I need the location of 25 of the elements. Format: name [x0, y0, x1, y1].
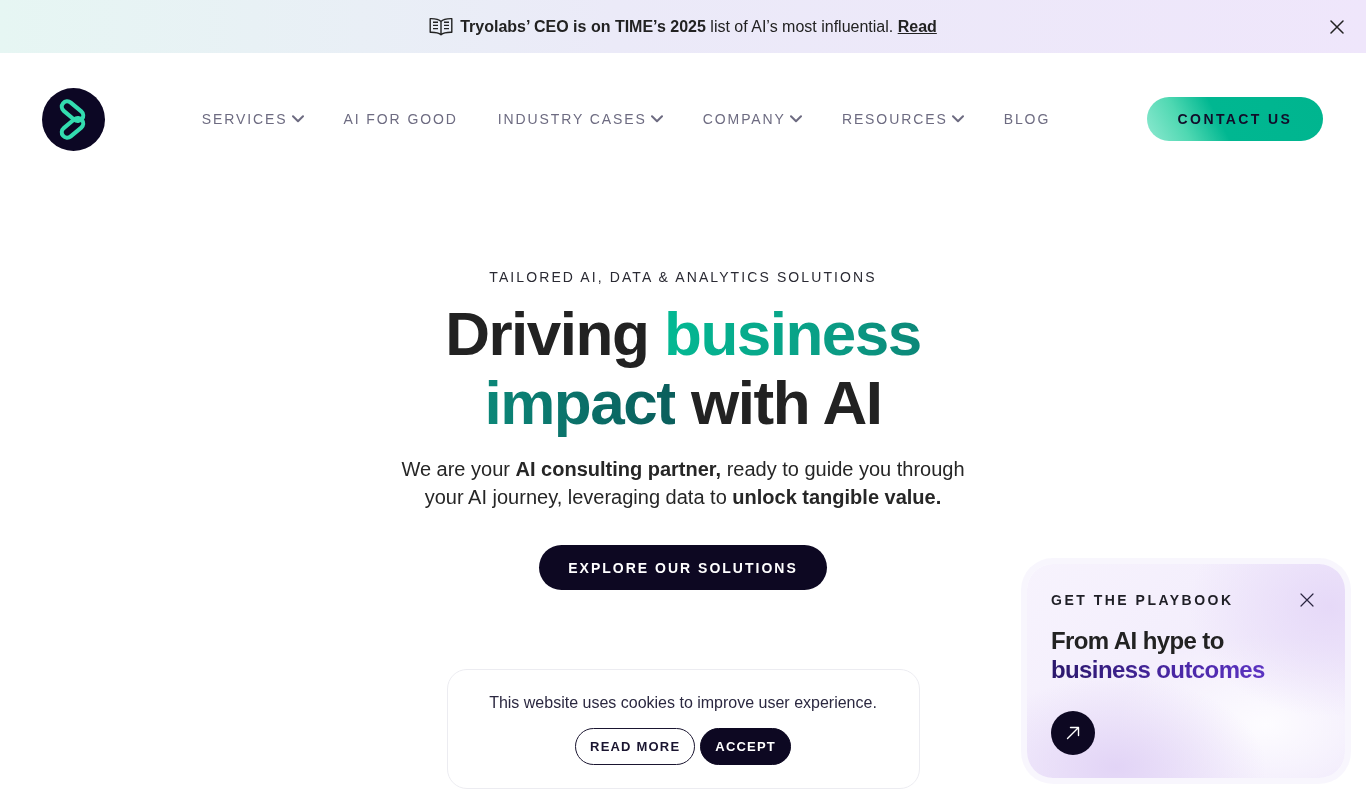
nav-link[interactable]: RESOURCES: [841, 111, 964, 127]
playbook-eyebrow: GET THE PLAYBOOK: [1051, 592, 1234, 608]
read-more-button[interactable]: READ MORE: [575, 728, 696, 765]
playbook-title: From AI hype to business outcomes: [1051, 626, 1266, 684]
hero-eyebrow: TAILORED AI, DATA & ANALYTICS SOLUTIONS: [489, 268, 877, 286]
explore-button[interactable]: EXPLORE OUR SOLUTIONS: [539, 545, 827, 590]
read-link[interactable]: Read: [897, 17, 937, 35]
logo-icon[interactable]: [42, 87, 105, 151]
book-icon: [429, 17, 454, 36]
close-icon: [1300, 593, 1314, 607]
nav-link[interactable]: SERVICES: [201, 111, 304, 127]
contact-button[interactable]: CONTACT US: [1147, 97, 1323, 141]
announcement-text: Tryolabs’ CEO is on TIME’s 2025 list of AI’s most influential. Read: [460, 17, 937, 36]
accept-button[interactable]: ACCEPT: [700, 728, 791, 765]
close-button[interactable]: [1300, 593, 1314, 607]
nav-link[interactable]: COMPANY: [702, 111, 802, 127]
cookie-text: This website uses cookies to improve user experience.: [488, 694, 878, 712]
nav-link[interactable]: AI FOR GOOD: [343, 111, 458, 127]
arrow-icon: [1066, 726, 1080, 740]
hero-lead: We are your AI consulting partner, ready to guide you through your AI journey, leveraging data to unlock tangible value.: [400, 457, 966, 510]
nav-link[interactable]: INDUSTRY CASES: [497, 111, 663, 127]
close-button[interactable]: [1329, 18, 1345, 35]
close-icon: [1330, 19, 1344, 34]
nav-link[interactable]: BLOG: [1003, 111, 1051, 127]
arrow-button[interactable]: [1051, 711, 1095, 755]
